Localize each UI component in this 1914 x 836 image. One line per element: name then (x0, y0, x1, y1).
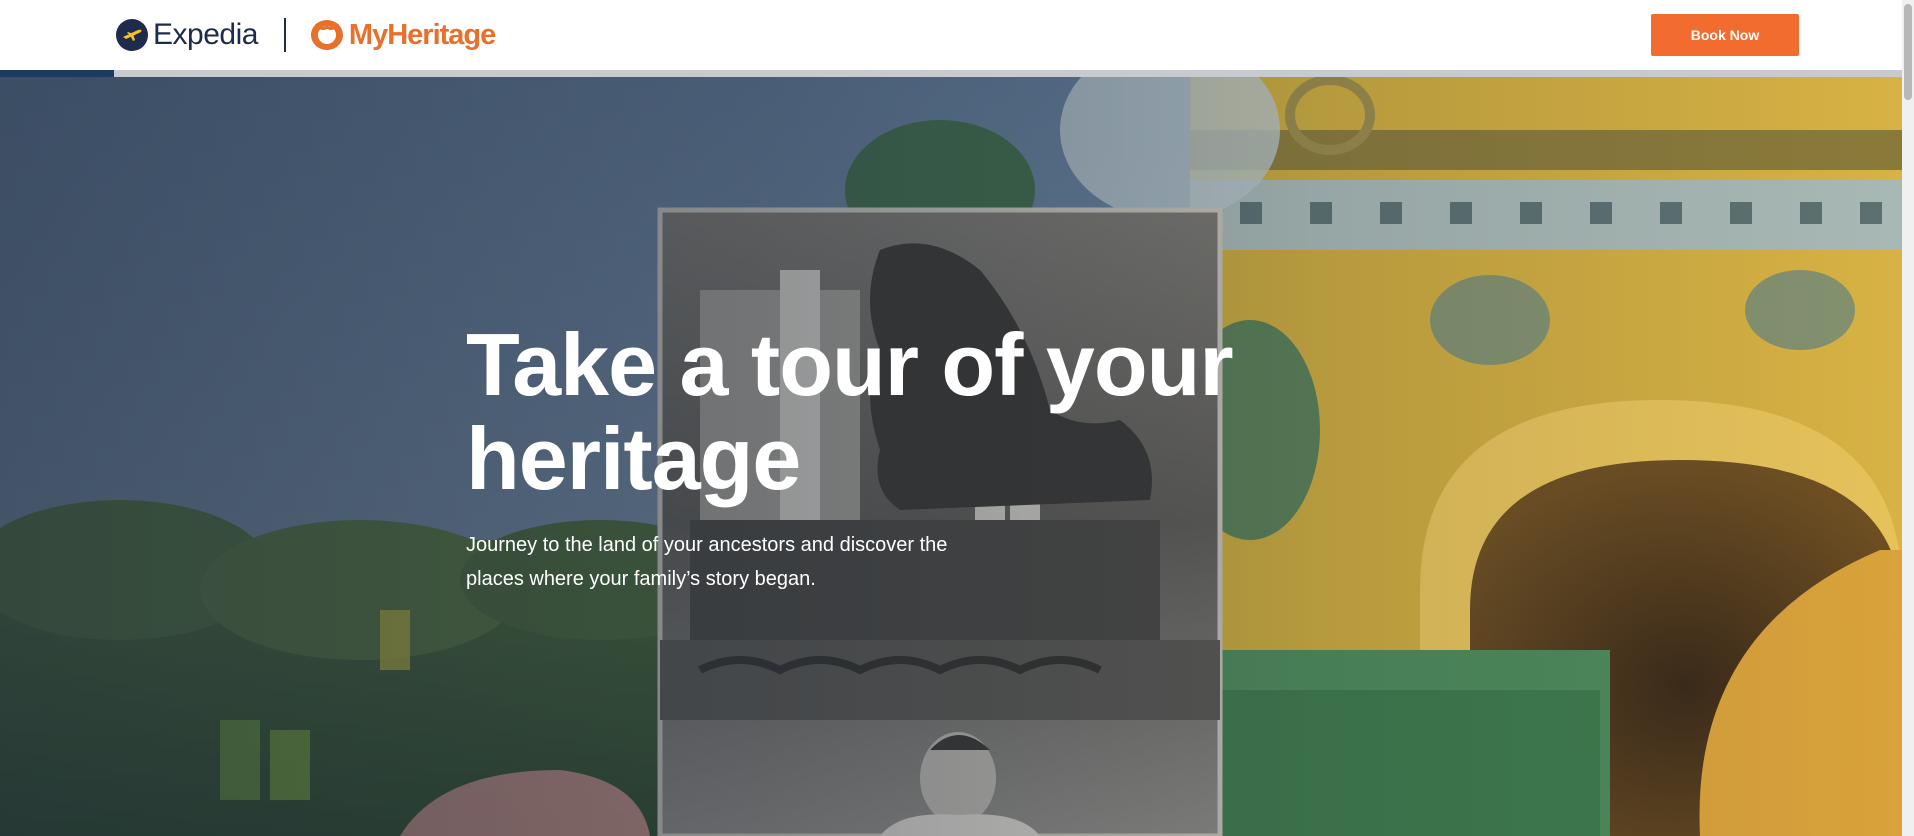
myheritage-logo[interactable]: MyHeritage (306, 17, 496, 53)
expedia-plane-icon (116, 19, 148, 51)
hero-content: Take a tour of your heritage Journey to … (466, 318, 1366, 596)
scrollbar-thumb[interactable] (1904, 4, 1912, 100)
book-now-button[interactable]: Book Now (1651, 14, 1799, 56)
brand-logos: Expedia MyHeritage (116, 17, 496, 53)
myheritage-wordmark: MyHeritage (348, 19, 496, 51)
site-header: Expedia MyHeritage Book Now (0, 0, 1902, 70)
logo-divider (283, 18, 286, 52)
scroll-progress-fill (0, 70, 115, 77)
page-scrollbar[interactable] (1902, 0, 1914, 836)
hero-subtitle: Journey to the land of your ancestors an… (466, 534, 948, 590)
hero-title: Take a tour of your heritage (466, 315, 1234, 508)
expedia-logo[interactable]: Expedia (116, 17, 258, 53)
family-tree-icon (310, 20, 343, 50)
hero-section: Take a tour of your heritage Journey to … (0, 70, 1902, 836)
scroll-progress-bar (0, 70, 1902, 77)
expedia-wordmark: Expedia (153, 18, 258, 51)
